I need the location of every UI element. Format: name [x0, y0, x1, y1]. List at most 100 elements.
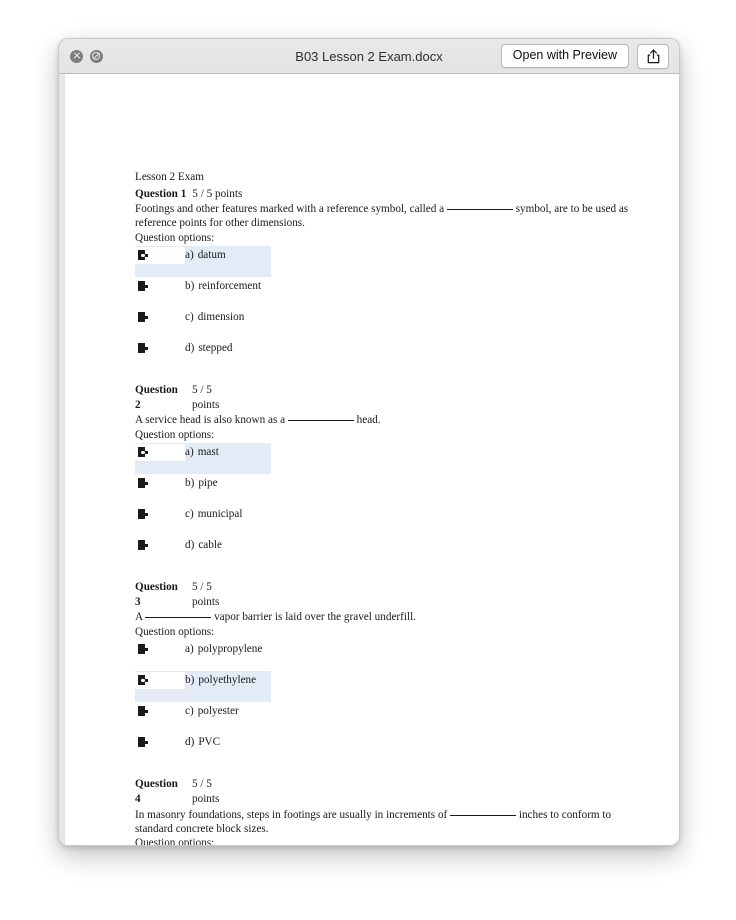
option-row[interactable]: d) stepped: [135, 339, 645, 370]
question-text: A vapor barrier is laid over the gravel …: [135, 610, 645, 624]
option-text: municipal: [197, 508, 243, 521]
question-points-fraction: 5 / 5: [192, 778, 212, 791]
option-marker-cell: [135, 506, 185, 520]
question-points-word: points: [192, 792, 220, 805]
question-options-label: Question options:: [135, 428, 215, 441]
question-options-label: Question options:: [135, 837, 215, 846]
option-marker-cell: [135, 703, 185, 717]
question-block: Question 5 / 5 2 points A service head i…: [135, 383, 645, 567]
share-button[interactable]: [637, 43, 669, 69]
blank-underline: [287, 420, 354, 422]
option-marker-cell: [135, 537, 185, 551]
option-row[interactable]: c) municipal: [135, 505, 645, 536]
option-row[interactable]: a) datum: [135, 246, 271, 278]
option-letter: a): [185, 249, 194, 262]
option-label: a) datum: [185, 247, 226, 262]
question-text: In masonry foundations, steps in footing…: [135, 808, 645, 837]
option-letter: a): [185, 446, 194, 459]
question-text-before: A: [135, 611, 143, 624]
option-text: dimension: [197, 311, 245, 324]
blank-underline: [446, 209, 513, 211]
option-marker-cell: [135, 444, 185, 462]
option-row[interactable]: c) dimension: [135, 308, 645, 339]
quicklook-window: B03 Lesson 2 Exam.docx Open with Preview…: [58, 38, 680, 846]
option-text: polypropylene: [197, 643, 263, 656]
question-text-before: In masonry foundations, steps in footing…: [135, 808, 448, 821]
question-points-word: points: [192, 595, 220, 608]
window-controls: [70, 49, 103, 63]
option-text: stepped: [198, 342, 233, 355]
option-label: d) cable: [185, 537, 222, 552]
option-label: c) municipal: [185, 506, 242, 521]
option-row[interactable]: c) polyester: [135, 702, 645, 733]
question-points-fraction: 5 / 5: [192, 581, 212, 594]
option-text: polyethylene: [198, 674, 257, 687]
option-marker-cell: [135, 247, 185, 265]
question-options-label: Question options:: [135, 625, 215, 638]
option-row[interactable]: d) PVC: [135, 733, 645, 764]
question-text-before: A service head is also known as a: [135, 414, 286, 427]
question-header: Question 5 / 5 4 points: [135, 777, 645, 806]
option-label: c) dimension: [185, 309, 244, 324]
open-with-preview-button[interactable]: Open with Preview: [500, 44, 629, 68]
document-title: Lesson 2 Exam: [135, 171, 204, 183]
question-header: Question 1 5 / 5 points: [135, 187, 645, 202]
option-row[interactable]: d) cable: [135, 536, 645, 567]
option-label: a) polypropylene: [185, 641, 262, 656]
question-text-after: head.: [356, 414, 381, 427]
question-header: Question 5 / 5 3 points: [135, 580, 645, 609]
option-list: a) polypropylene b) polyethylene c) poly…: [135, 640, 645, 764]
unchecked-box-icon: [138, 478, 148, 489]
option-row[interactable]: b) pipe: [135, 474, 645, 505]
checked-box-icon: [138, 675, 148, 686]
option-row[interactable]: a) polypropylene: [135, 640, 645, 671]
option-text: PVC: [198, 736, 221, 749]
question-text: Footings and other features marked with …: [135, 202, 645, 231]
share-icon: [647, 48, 659, 63]
option-label: b) pipe: [185, 475, 218, 490]
unchecked-box-icon: [138, 737, 148, 748]
option-row[interactable]: b) polyethylene: [135, 671, 271, 703]
option-letter: a): [185, 643, 194, 656]
window-titlebar: B03 Lesson 2 Exam.docx Open with Preview: [59, 39, 679, 74]
blank-underline: [450, 814, 517, 816]
option-row[interactable]: b) reinforcement: [135, 277, 645, 308]
close-icon[interactable]: [70, 49, 83, 63]
question-spacer: [135, 370, 645, 383]
question-points-fraction: 5 / 5: [192, 384, 212, 397]
blank-underline: [145, 617, 212, 619]
question-text-before: Footings and other features marked with …: [135, 203, 445, 216]
option-letter: c): [185, 311, 194, 324]
question-block: Question 5 / 5 4 points In masonry found…: [135, 777, 645, 846]
option-label: d) PVC: [185, 734, 220, 749]
option-marker-cell: [135, 641, 185, 655]
option-row[interactable]: a) mast: [135, 443, 271, 475]
option-marker-cell: [135, 475, 185, 489]
option-marker-cell: [135, 309, 185, 323]
unchecked-box-icon: [138, 644, 148, 655]
question-label-word: Question: [135, 581, 178, 594]
option-text: mast: [197, 446, 219, 459]
question-spacer: [135, 567, 645, 580]
option-label: a) mast: [185, 444, 219, 459]
document-viewport[interactable]: Lesson 2 Exam Question 1 5 / 5 points Foo…: [59, 74, 679, 846]
option-text: reinforcement: [198, 280, 262, 293]
unchecked-box-icon: [138, 540, 148, 551]
question-options-label: Question options:: [135, 231, 215, 244]
option-text: pipe: [198, 477, 218, 490]
question-text-after: vapor barrier is laid over the gravel un…: [214, 611, 416, 624]
question-label-word: Question: [135, 778, 178, 791]
option-label: c) polyester: [185, 703, 239, 718]
question-number: 3: [135, 595, 141, 608]
no-entry-icon[interactable]: [90, 49, 103, 63]
option-marker-cell: [135, 278, 185, 292]
unchecked-box-icon: [138, 343, 148, 354]
unchecked-box-icon: [138, 281, 148, 292]
question-points: 5 / 5 points: [192, 187, 243, 200]
titlebar-actions: Open with Preview: [500, 43, 669, 69]
document-content: Lesson 2 Exam Question 1 5 / 5 points Foo…: [135, 170, 645, 846]
option-marker-cell: [135, 734, 185, 748]
option-text: cable: [198, 539, 222, 552]
option-text: polyester: [197, 705, 239, 718]
document-page: Lesson 2 Exam Question 1 5 / 5 points Foo…: [65, 74, 679, 846]
